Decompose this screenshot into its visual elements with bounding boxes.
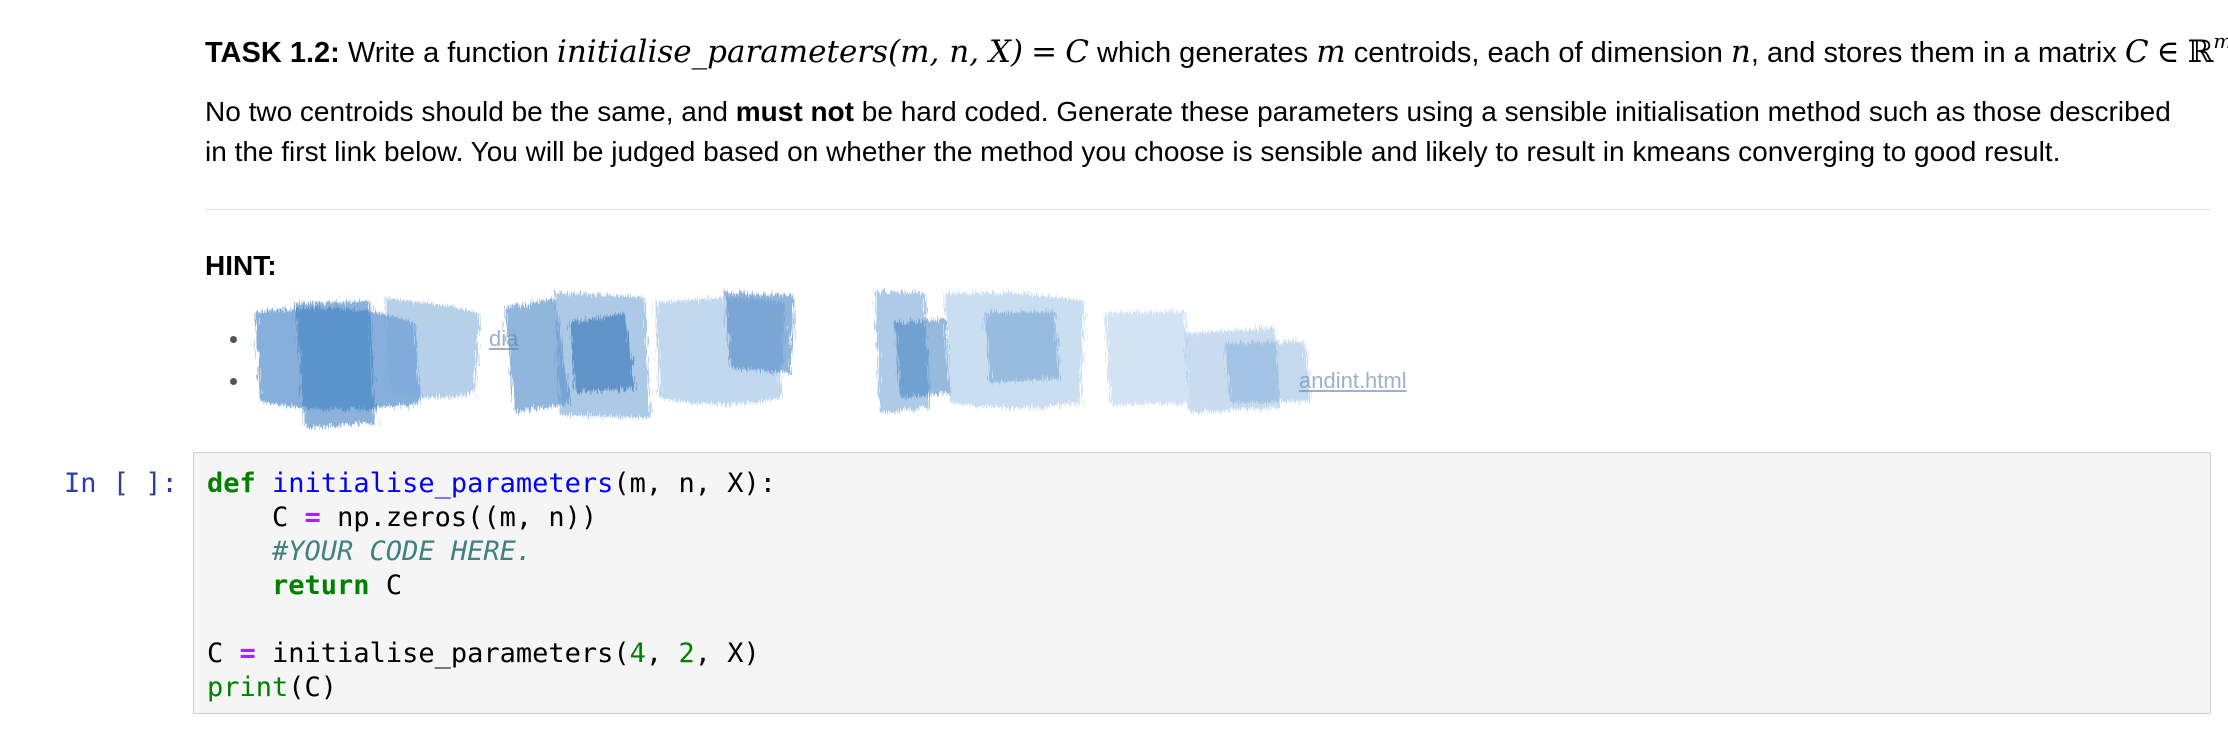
hint-heading: HINT: xyxy=(205,250,277,281)
n-symbol-math: n xyxy=(1730,34,1751,70)
cell-prompt: In [ ]: xyxy=(64,468,178,499)
function-signature-math: initialise_parameters(m, n, X) xyxy=(556,34,1024,70)
code-keyword-def: def xyxy=(207,468,256,499)
task-statement: TASK 1.2: Write a function initialise_pa… xyxy=(205,16,2228,78)
paragraph-bold-text: must not xyxy=(735,96,854,127)
code-params: (m, n, X): xyxy=(613,468,776,499)
code-line-6-end: , X) xyxy=(694,638,760,669)
task-text-4: , and stores them in a matrix xyxy=(1750,37,2117,69)
return-symbol-math: C xyxy=(1065,34,1089,70)
task-text-1: Write a function xyxy=(347,37,549,69)
code-cell-editor[interactable]: def initialise_parameters(m, n, X): C = … xyxy=(193,452,2211,714)
hint-link-list: dia andint.html xyxy=(225,318,1425,408)
code-line-6-call: initialise_parameters( xyxy=(255,638,630,669)
hint-link-item-1[interactable]: dia xyxy=(225,318,1425,360)
code-assign-op-2: = xyxy=(239,638,256,669)
paragraph-line-1b: be hard coded. Generate these parameters… xyxy=(861,96,2171,127)
element-of-symbol: ∈ xyxy=(2156,34,2180,70)
dimension-superscript: m×n xyxy=(2213,29,2228,53)
instructions-paragraph: No two centroids should be the same, and… xyxy=(205,92,2210,172)
task-text-3: centroids, each of dimension xyxy=(1353,37,1723,69)
code-line-4-indent xyxy=(207,570,272,601)
hint-link-1[interactable]: dia xyxy=(489,326,518,351)
code-comment: #YOUR CODE HERE. xyxy=(207,536,533,567)
code-builtin-print: print xyxy=(207,672,289,703)
task-label: TASK 1.2: xyxy=(205,37,340,69)
horizontal-rule xyxy=(205,209,2210,210)
m-symbol-math: m xyxy=(1316,34,1346,70)
code-line-6-sep: , xyxy=(645,638,679,669)
code-function-name: initialise_parameters xyxy=(272,468,614,499)
task-text-2: which generates xyxy=(1096,37,1309,69)
paragraph-line-1a: No two centroids should be the same, and xyxy=(205,96,728,127)
reals-symbol: ℝ xyxy=(2187,34,2214,70)
paragraph-line-1: No two centroids should be the same, and… xyxy=(205,92,2210,132)
code-text[interactable]: def initialise_parameters(m, n, X): C = … xyxy=(207,467,776,705)
code-line-6-start: C xyxy=(207,638,240,669)
code-assign-op: = xyxy=(304,502,321,533)
paragraph-line-2: in the first link below. You will be jud… xyxy=(205,136,2061,167)
code-number-2: 2 xyxy=(678,638,695,669)
matrix-symbol-math: C xyxy=(2124,34,2149,70)
code-line-2-rest: np.zeros((m, n)) xyxy=(320,502,598,533)
code-number-4: 4 xyxy=(629,638,646,669)
equals-sign: = xyxy=(1031,34,1058,70)
code-line-2-start: C xyxy=(207,502,305,533)
hint-link-2[interactable]: andint.html xyxy=(1299,368,1407,393)
code-keyword-return: return xyxy=(272,570,370,601)
code-line-7-rest: (C) xyxy=(288,672,338,703)
code-line-4-rest: C xyxy=(369,570,403,601)
hint-link-item-2[interactable]: andint.html xyxy=(225,360,1425,402)
